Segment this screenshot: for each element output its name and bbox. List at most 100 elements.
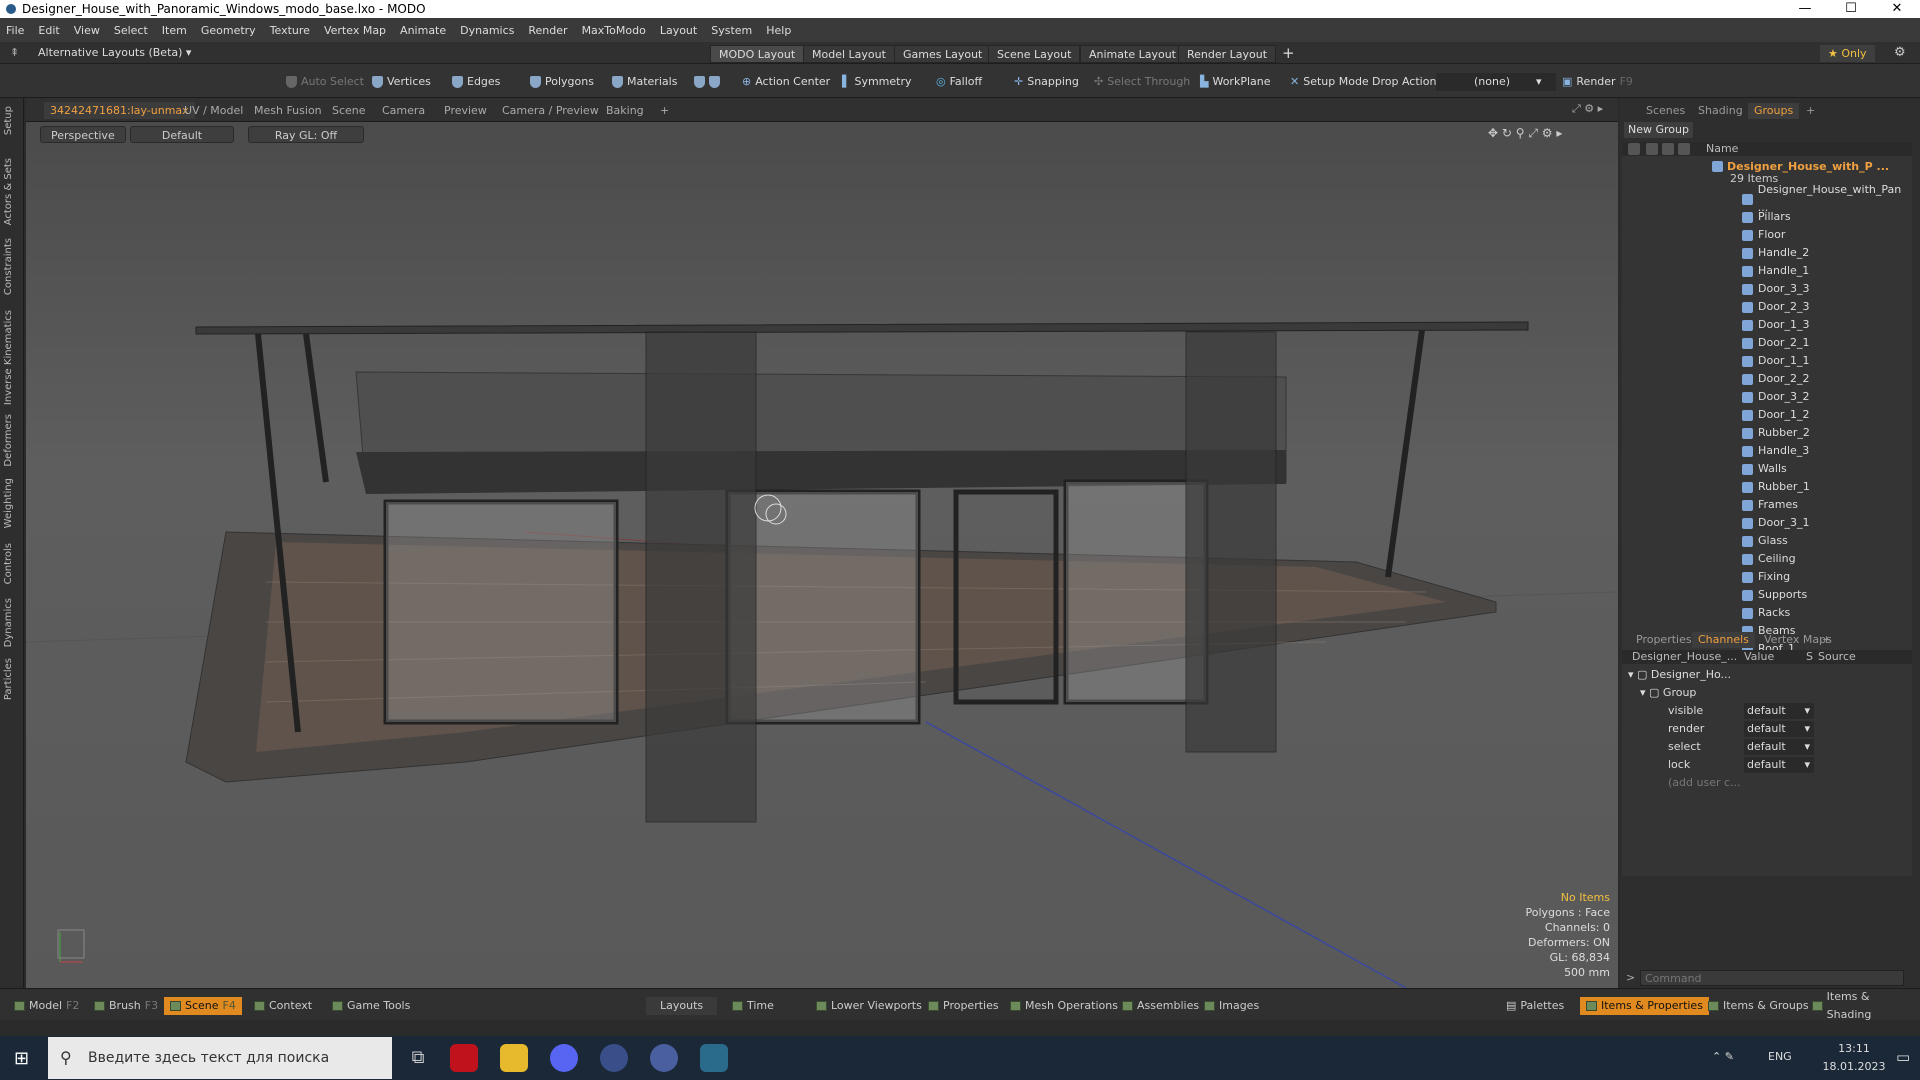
task-view-icon[interactable]: ⧉: [404, 1044, 432, 1072]
tab-model-layout[interactable]: Model Layout: [803, 45, 895, 63]
tab-uv-model[interactable]: UV / Model: [178, 102, 249, 119]
images-button[interactable]: Images: [1198, 997, 1265, 1015]
modo-taskbar-icon[interactable]: [700, 1044, 728, 1072]
render-button[interactable]: ▣ Render F9: [1562, 73, 1633, 91]
tab-scene-layout[interactable]: Scene Layout: [988, 45, 1081, 63]
collapse-icon[interactable]: ⇞: [10, 46, 19, 59]
gear-icon[interactable]: ⚙: [1894, 45, 1906, 60]
only-button[interactable]: ★ Only: [1820, 45, 1875, 62]
file-explorer-icon[interactable]: [500, 1044, 528, 1072]
new-group-button[interactable]: New Group: [1624, 122, 1693, 138]
menu-dynamics[interactable]: Dynamics: [460, 24, 514, 37]
tab-properties[interactable]: Properties: [1630, 632, 1698, 648]
menu-layout[interactable]: Layout: [660, 24, 697, 37]
layout-selector[interactable]: Alternative Layouts (Beta) ▾: [38, 46, 191, 59]
group-item[interactable]: Frames: [1742, 496, 1798, 514]
group-item[interactable]: Door_3_1: [1742, 514, 1809, 532]
group-item[interactable]: Handle_3: [1742, 442, 1809, 460]
opera-icon[interactable]: [450, 1044, 478, 1072]
3d-viewport[interactable]: Perspective Default Ray GL: Off ✥ ↻ ⚲ ⤢ …: [26, 122, 1618, 988]
menu-texture[interactable]: Texture: [270, 24, 310, 37]
time-button[interactable]: Time: [726, 997, 780, 1015]
symmetry-button[interactable]: ▌ Symmetry: [842, 73, 912, 91]
group-item[interactable]: Door_3_2: [1742, 388, 1809, 406]
command-input[interactable]: [1640, 970, 1904, 986]
tab-games-layout[interactable]: Games Layout: [894, 45, 992, 63]
scene-button[interactable]: Scene F4: [164, 997, 242, 1015]
group-item[interactable]: Designer_House_with_Pan ...: [1742, 183, 1912, 214]
group-item[interactable]: Handle_2: [1742, 244, 1809, 262]
close-icon[interactable]: ✕: [1874, 0, 1920, 18]
menu-select[interactable]: Select: [114, 24, 148, 37]
add-props-tab-button[interactable]: +: [1816, 632, 1837, 648]
side-tab-inverse-kinematics[interactable]: Inverse Kinematics: [3, 310, 19, 405]
menu-file[interactable]: File: [6, 24, 24, 37]
menu-help[interactable]: Help: [766, 24, 791, 37]
lower-viewports-button[interactable]: Lower Viewports: [810, 997, 928, 1015]
tab-animate-layout[interactable]: Animate Layout: [1080, 45, 1185, 63]
brush-button[interactable]: Brush F3: [88, 997, 164, 1015]
app-icon-2[interactable]: [650, 1044, 678, 1072]
select-toggle-icon[interactable]: [1678, 143, 1690, 155]
materials-button[interactable]: Materials: [612, 73, 677, 91]
menu-vertex-map[interactable]: Vertex Map: [324, 24, 386, 37]
tab-mesh-fusion[interactable]: Mesh Fusion: [248, 102, 328, 119]
setup-mode-button[interactable]: ✕ Setup Mode: [1290, 73, 1369, 91]
add-layout-button[interactable]: +: [1282, 44, 1295, 62]
layouts-button[interactable]: Layouts: [646, 997, 718, 1015]
channel-visible-select[interactable]: default ▾: [1744, 703, 1814, 719]
side-tab-actors-sets[interactable]: Actors & Sets: [3, 158, 19, 225]
tab-camera-preview[interactable]: Camera / Preview: [496, 102, 605, 119]
menu-geometry[interactable]: Geometry: [201, 24, 256, 37]
group-item[interactable]: Rubber_2: [1742, 424, 1810, 442]
group-item[interactable]: Door_2_2: [1742, 370, 1809, 388]
tab-camera[interactable]: Camera: [376, 102, 431, 119]
eye-icon[interactable]: [1628, 143, 1640, 155]
render-toggle-icon[interactable]: [1646, 143, 1658, 155]
tab-scenes[interactable]: Scenes: [1640, 103, 1691, 119]
select-through-button[interactable]: ✣ Select Through: [1094, 73, 1190, 91]
group-item[interactable]: Glass: [1742, 532, 1788, 550]
side-tab-dynamics[interactable]: Dynamics: [3, 598, 19, 647]
assemblies-button[interactable]: Assemblies: [1116, 997, 1205, 1015]
action-center-button[interactable]: ⊕ Action Center: [742, 73, 830, 91]
workplane-button[interactable]: ▙ WorkPlane: [1200, 73, 1271, 91]
group-item[interactable]: Door_1_3: [1742, 316, 1809, 334]
mesh-operations-button[interactable]: Mesh Operations: [1004, 997, 1124, 1015]
language-indicator[interactable]: ENG: [1768, 1050, 1792, 1063]
group-item[interactable]: Fixing: [1742, 568, 1790, 586]
menu-edit[interactable]: Edit: [38, 24, 59, 37]
group-item[interactable]: Walls: [1742, 460, 1787, 478]
side-tab-controls[interactable]: Controls: [3, 543, 19, 584]
taskbar-search[interactable]: ⚲ Введите здесь текст для поиска: [48, 1037, 392, 1079]
group-item[interactable]: Supports: [1742, 586, 1807, 604]
discord-icon[interactable]: [550, 1044, 578, 1072]
group-item[interactable]: Door_2_1: [1742, 334, 1809, 352]
channels-root-item[interactable]: ▾ ▢ Designer_Ho...: [1628, 666, 1731, 684]
edges-button[interactable]: Edges: [452, 73, 500, 91]
tab-shading[interactable]: Shading: [1692, 103, 1749, 119]
channel-render-select[interactable]: default ▾: [1744, 721, 1814, 737]
tab-scene[interactable]: Scene: [326, 102, 372, 119]
group-item[interactable]: Ceiling: [1742, 550, 1796, 568]
vertices-button[interactable]: Vertices: [372, 73, 431, 91]
group-item[interactable]: Racks: [1742, 604, 1790, 622]
items-groups-button[interactable]: Items & Groups: [1702, 997, 1815, 1015]
notification-icon[interactable]: ▭: [1896, 1048, 1910, 1066]
menu-render[interactable]: Render: [528, 24, 567, 37]
side-tab-setup[interactable]: Setup: [3, 106, 19, 135]
menu-item[interactable]: Item: [162, 24, 187, 37]
group-item[interactable]: Door_3_3: [1742, 280, 1809, 298]
viewport-settings-icon[interactable]: ⤢ ⚙ ▸: [1572, 102, 1603, 116]
menu-animate[interactable]: Animate: [400, 24, 446, 37]
drop-action-select[interactable]: (none) ▾: [1436, 73, 1556, 91]
tab-groups[interactable]: Groups: [1748, 103, 1800, 119]
tray-icons[interactable]: ⌃ ✎: [1712, 1050, 1734, 1063]
menu-system[interactable]: System: [711, 24, 752, 37]
context-button[interactable]: Context: [248, 997, 318, 1015]
tab-preview[interactable]: Preview: [438, 102, 493, 119]
items-properties-button[interactable]: Items & Properties: [1580, 997, 1709, 1015]
group-item[interactable]: Handle_1: [1742, 262, 1809, 280]
side-tab-weighting[interactable]: Weighting: [3, 478, 19, 528]
properties-button[interactable]: Properties: [922, 997, 1005, 1015]
